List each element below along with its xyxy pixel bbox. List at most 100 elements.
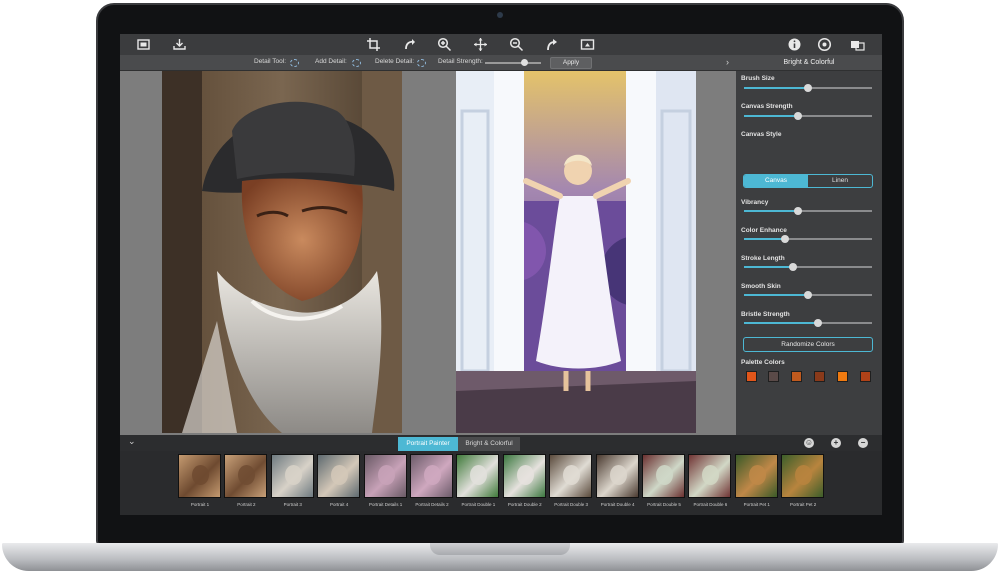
slider-knob[interactable] <box>793 112 802 120</box>
bristle-strength-slider[interactable] <box>744 319 872 327</box>
favorite-preset-icon[interactable]: ☺ <box>804 438 814 448</box>
save-image-icon[interactable] <box>172 37 187 52</box>
slider-fill <box>744 294 808 296</box>
thumbnail-subject <box>238 465 256 485</box>
preset-thumbnail[interactable] <box>734 454 778 498</box>
settings-icon[interactable] <box>817 37 832 52</box>
palette-swatch[interactable] <box>768 371 779 382</box>
preset-thumbnail[interactable] <box>781 454 825 498</box>
palette-swatch[interactable] <box>746 371 757 382</box>
compare-icon[interactable] <box>580 37 595 52</box>
preset-thumbnail[interactable] <box>224 454 268 498</box>
bristle-strength-label: Bristle Strength <box>741 311 790 318</box>
preset-thumbnail[interactable] <box>410 454 453 498</box>
apply-button[interactable]: Apply <box>550 57 592 69</box>
slider-track <box>784 238 872 240</box>
preset-thumbnail[interactable] <box>270 454 314 498</box>
canvas-style-label: Canvas Style <box>741 131 782 138</box>
canvas-style-toggle[interactable]: Canvas Linen <box>743 174 873 188</box>
slider-fill <box>744 238 785 240</box>
undo-icon[interactable] <box>402 37 417 52</box>
thumbnail-subject <box>795 465 813 485</box>
vibrancy-label: Vibrancy <box>741 199 769 206</box>
tab-portrait-painter[interactable]: Portrait Painter <box>398 437 458 451</box>
info-icon[interactable] <box>787 37 802 52</box>
preset-thumbnail-label: Portrait Pet 1 <box>743 502 770 507</box>
preset-thumbnail[interactable] <box>688 454 732 498</box>
slider-track <box>808 87 872 89</box>
canvas-strength-slider[interactable] <box>744 112 872 120</box>
randomize-colors-button[interactable]: Randomize Colors <box>743 337 873 352</box>
detail-strength-knob[interactable] <box>521 59 529 66</box>
slider-track <box>818 322 872 324</box>
add-detail-label: Add Detail: <box>315 58 347 65</box>
preset-thumbnail-label: Portrait Details 2 <box>415 502 449 507</box>
share-icon[interactable] <box>850 37 865 52</box>
panel-title: Bright & Colorful <box>736 55 882 71</box>
add-detail-icon[interactable] <box>352 59 361 67</box>
detail-strength-slider[interactable] <box>485 59 541 66</box>
add-preset-icon[interactable]: + <box>831 438 841 448</box>
zoom-out-icon[interactable] <box>509 37 524 52</box>
thumbnail-subject <box>563 465 581 485</box>
slider-track <box>797 115 872 117</box>
slider-knob[interactable] <box>788 263 797 271</box>
painted-photo[interactable] <box>456 71 696 433</box>
delete-detail-icon[interactable] <box>417 59 426 67</box>
thumbnail-subject <box>377 465 395 485</box>
palette-swatch[interactable] <box>814 371 825 382</box>
preset-thumbnail[interactable] <box>363 454 407 498</box>
smooth-skin-slider[interactable] <box>744 291 872 299</box>
color-enhance-label: Color Enhance <box>741 227 787 234</box>
slider-track <box>797 210 872 212</box>
remove-preset-icon[interactable]: − <box>858 438 868 448</box>
color-enhance-slider[interactable] <box>744 235 872 243</box>
pan-icon[interactable] <box>473 37 488 52</box>
original-photo[interactable] <box>162 71 402 433</box>
main-toolbar <box>120 34 882 55</box>
preset-thumbnail-label: Portrait Double 5 <box>647 502 681 507</box>
chevron-down-icon[interactable]: ⌄ <box>128 436 136 447</box>
preset-thumbnail-label: Portrait Pet 2 <box>790 502 817 507</box>
stroke-length-label: Stroke Length <box>741 255 785 262</box>
detail-strength-label: Detail Strength: <box>438 58 483 65</box>
thumbnail-subject <box>424 465 441 485</box>
crop-icon[interactable] <box>366 37 381 52</box>
preset-thumbnail[interactable] <box>502 454 546 498</box>
slider-fill <box>744 210 798 212</box>
preset-thumbnail[interactable] <box>317 454 361 498</box>
preset-thumbnail[interactable] <box>595 454 639 498</box>
webcam <box>497 12 503 18</box>
thumbnail-subject <box>702 465 720 485</box>
slider-knob[interactable] <box>814 319 823 327</box>
brush-size-slider[interactable] <box>744 84 872 92</box>
thumbnail-subject <box>656 465 673 485</box>
zoom-in-icon[interactable] <box>437 37 452 52</box>
chevron-right-icon[interactable]: › <box>726 57 729 67</box>
palette-swatch[interactable] <box>860 371 871 382</box>
preset-thumbnail[interactable] <box>178 454 221 498</box>
preset-thumbnail[interactable] <box>456 454 500 498</box>
canvas-strength-label: Canvas Strength <box>741 103 793 110</box>
detail-tool-icon[interactable] <box>290 59 299 67</box>
preset-thumbnail-label: Portrait Double 1 <box>461 502 496 507</box>
slider-fill <box>744 87 808 89</box>
thumbnail-subject <box>470 465 488 485</box>
palette-swatch[interactable] <box>837 371 848 382</box>
slider-knob[interactable] <box>804 291 812 299</box>
slider-knob[interactable] <box>780 235 789 243</box>
palette-swatch[interactable] <box>791 371 802 382</box>
detail-tool-label: Detail Tool: <box>254 58 287 65</box>
canvas-style-option-linen[interactable]: Linen <box>808 175 872 187</box>
stroke-length-slider[interactable] <box>744 263 872 271</box>
slider-knob[interactable] <box>793 207 802 215</box>
slider-knob[interactable] <box>804 84 812 92</box>
preset-thumbnail-label: Portrait Double 3 <box>554 502 589 507</box>
open-image-icon[interactable] <box>136 37 151 52</box>
canvas-style-option-canvas[interactable]: Canvas <box>744 175 808 187</box>
preset-thumbnail[interactable] <box>642 454 685 498</box>
vibrancy-slider[interactable] <box>744 207 872 215</box>
redo-icon[interactable] <box>544 37 559 52</box>
tab-bright-colorful[interactable]: Bright & Colorful <box>458 437 520 451</box>
preset-thumbnail[interactable] <box>549 454 593 498</box>
